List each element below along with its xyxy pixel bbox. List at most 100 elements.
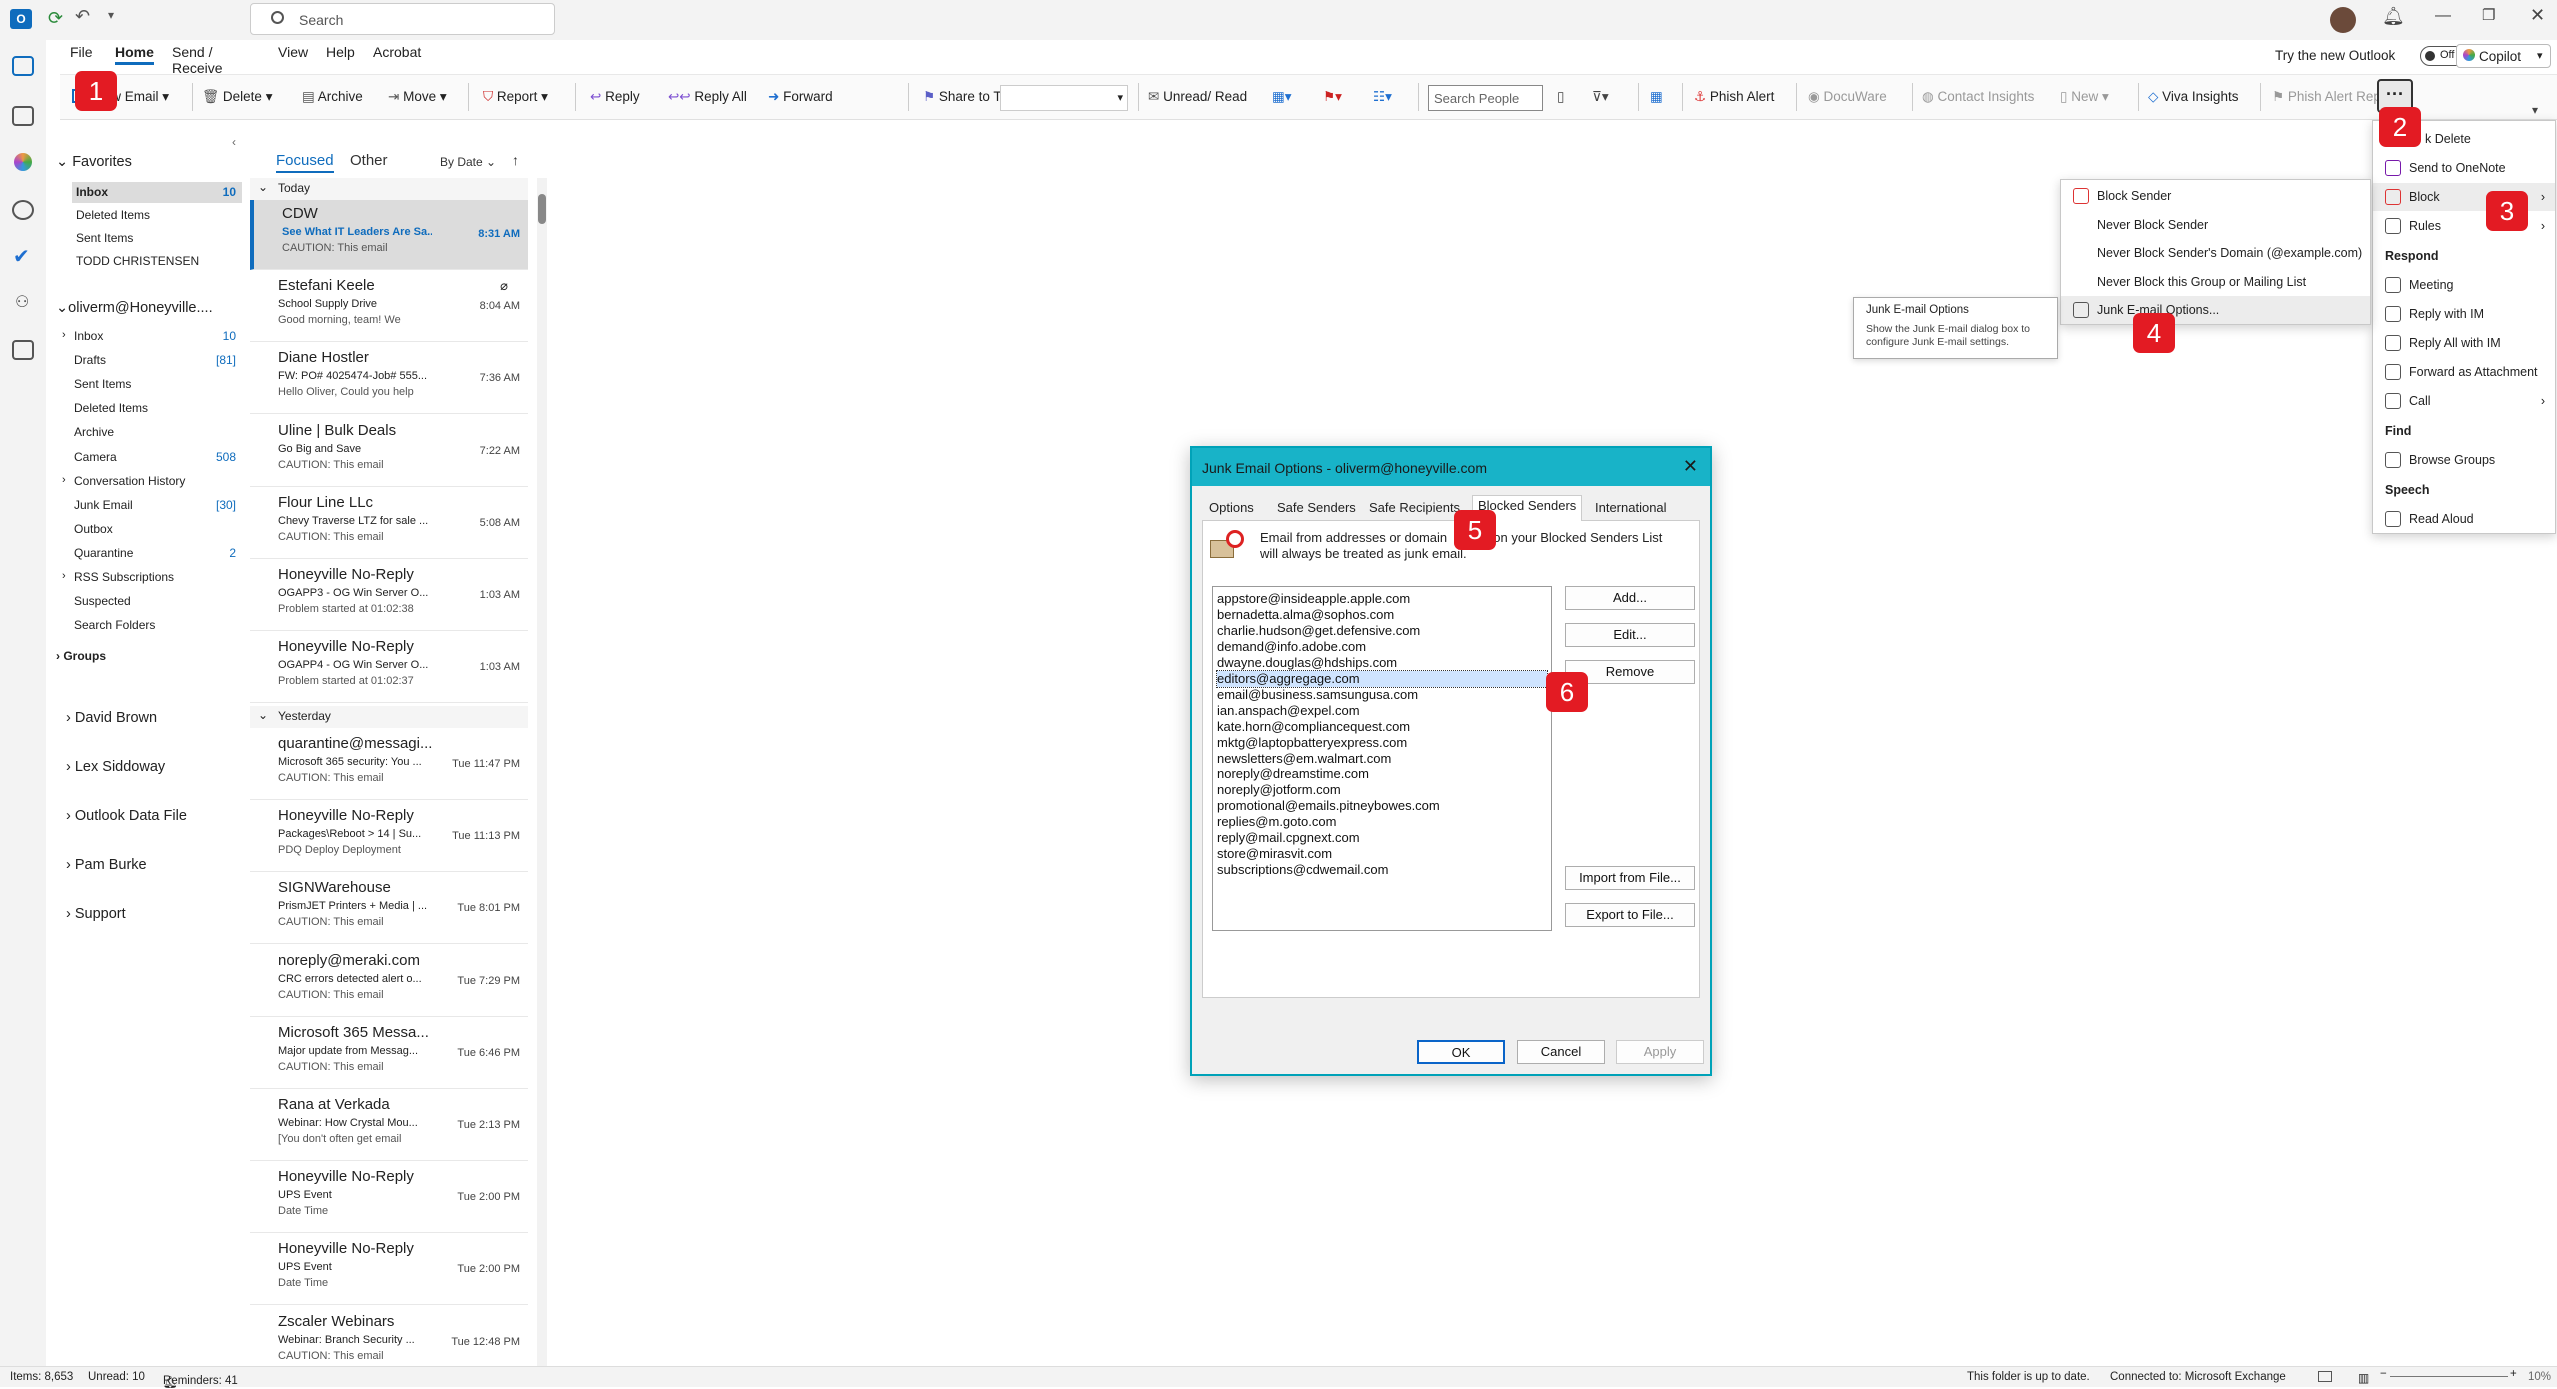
mail-list-item[interactable]: Microsoft 365 Messa... Major update from …: [250, 1019, 528, 1089]
unread-read-button[interactable]: ✉ Unread/ Read: [1148, 89, 1247, 105]
mail-list-item[interactable]: Rana at Verkada Webinar: How Crystal Mou.…: [250, 1091, 528, 1161]
groups-header[interactable]: › Groups: [56, 649, 242, 663]
menu-item[interactable]: Send to OneNote: [2373, 154, 2555, 182]
reading-view-icon[interactable]: ▥: [2358, 1371, 2369, 1385]
copilot-button[interactable]: Copilot ▾: [2456, 44, 2551, 68]
dialog-close-icon[interactable]: ✕: [1683, 456, 1698, 477]
mail-group-header[interactable]: ⌄ Yesterday: [250, 706, 528, 728]
block-menu-item[interactable]: Block Sender: [2061, 182, 2370, 210]
blocked-sender-entry[interactable]: charlie.hudson@get.defensive.com: [1217, 623, 1547, 639]
mail-list-item[interactable]: Honeyville No-Reply UPS Event Tue 2:00 PM D…: [250, 1235, 528, 1306]
import-from-file-button[interactable]: Import from File...: [1565, 866, 1695, 890]
close-icon[interactable]: ✕: [2530, 5, 2545, 26]
menu-item[interactable]: Browse Groups: [2373, 446, 2555, 474]
folder-item[interactable]: Outbox: [62, 521, 242, 541]
apply-button[interactable]: Apply: [1616, 1040, 1704, 1064]
apps-icon[interactable]: [12, 340, 34, 360]
mail-list-item[interactable]: Diane Hostler FW: PO# 4025474-Job# 555...…: [250, 344, 528, 415]
account-item[interactable]: › Outlook Data File: [66, 808, 252, 824]
menu-item[interactable]: Reply All with IM: [2373, 329, 2555, 357]
filter-icon[interactable]: ⊽▾: [1592, 89, 1609, 105]
blocked-sender-entry[interactable]: editors@aggregage.com: [1216, 669, 1548, 688]
block-menu-item[interactable]: Junk E-mail Options...: [2061, 296, 2370, 324]
tab-file[interactable]: File: [70, 44, 93, 60]
bell-icon[interactable]: 🔔︎: [2382, 6, 2405, 27]
folder-item[interactable]: Deleted Items: [62, 400, 242, 420]
calendar-icon[interactable]: [12, 106, 34, 126]
tab-options[interactable]: Options: [1204, 498, 1259, 520]
move-button[interactable]: ⇥ Move ▾: [388, 89, 447, 105]
tab-focused[interactable]: Focused: [276, 152, 334, 173]
people-icon[interactable]: [12, 200, 34, 220]
forward-button[interactable]: ➜ Forward: [768, 89, 833, 105]
folder-item[interactable]: Archive: [62, 424, 242, 444]
tab-help[interactable]: Help: [326, 44, 355, 60]
folder-item[interactable]: Quarantine 2: [62, 545, 242, 565]
mail-list-item[interactable]: Honeyville No-Reply Packages\Reboot > 14 …: [250, 802, 528, 873]
avatar[interactable]: [2330, 7, 2356, 33]
add-button[interactable]: Add...: [1565, 586, 1695, 610]
ok-button[interactable]: OK: [1417, 1040, 1505, 1064]
menu-item[interactable]: Forward as Attachment: [2373, 358, 2555, 386]
tab-acrobat[interactable]: Acrobat: [373, 44, 421, 60]
block-menu-item[interactable]: Never Block Sender: [2061, 211, 2370, 239]
copilot-icon[interactable]: [14, 153, 32, 171]
blocked-sender-entry[interactable]: demand@info.adobe.com: [1217, 639, 1547, 655]
menu-item[interactable]: Read Aloud: [2373, 505, 2555, 533]
blocked-sender-entry[interactable]: subscriptions@cdwemail.com: [1217, 862, 1547, 878]
folder-item[interactable]: Camera 508: [62, 449, 242, 469]
account-item[interactable]: › Lex Siddoway: [66, 759, 252, 775]
org-explorer-icon[interactable]: ⚇: [15, 292, 29, 312]
tab-other[interactable]: Other: [350, 152, 388, 169]
edit-button[interactable]: Edit...: [1565, 623, 1695, 647]
menu-item[interactable]: Reply with IM: [2373, 300, 2555, 328]
folder-item[interactable]: Search Folders: [62, 617, 242, 637]
blocked-sender-entry[interactable]: newsletters@em.walmart.com: [1217, 751, 1547, 767]
folder-item[interactable]: Drafts [81]: [62, 352, 242, 372]
zoom-out-icon[interactable]: −: [2380, 1368, 2387, 1380]
delete-button[interactable]: 🗑︎ Delete ▾: [202, 89, 272, 105]
maximize-icon[interactable]: ❐: [2482, 6, 2495, 24]
minimize-icon[interactable]: —: [2435, 7, 2451, 25]
flag-icon[interactable]: ⚑▾: [1323, 89, 1342, 105]
blocked-sender-entry[interactable]: mktg@laptopbatteryexpress.com: [1217, 735, 1547, 751]
zoom-in-icon[interactable]: +: [2510, 1368, 2517, 1380]
tab-safe-senders[interactable]: Safe Senders: [1272, 498, 1361, 520]
menu-item[interactable]: Call ›: [2373, 387, 2555, 415]
sync-icon[interactable]: ⟳: [48, 8, 63, 29]
blocked-sender-entry[interactable]: noreply@dreamstime.com: [1217, 766, 1547, 782]
viva-insights-button[interactable]: ◇ Viva Insights: [2148, 89, 2238, 105]
sort-direction-icon[interactable]: ↑: [512, 152, 519, 168]
mail-list-scrollbar[interactable]: [537, 178, 547, 1368]
tab-safe-recipients[interactable]: Safe Recipients: [1364, 498, 1465, 520]
folder-item[interactable]: › Conversation History: [62, 473, 242, 493]
blocked-sender-entry[interactable]: replies@m.goto.com: [1217, 814, 1547, 830]
categorize-icon[interactable]: ▦▾: [1272, 89, 1292, 105]
favorite-folder-item[interactable]: TODD CHRISTENSEN: [72, 251, 242, 272]
todo-icon[interactable]: ✔: [13, 244, 30, 269]
tab-international[interactable]: International: [1590, 498, 1672, 520]
account-item[interactable]: › Support: [66, 906, 252, 922]
blocked-sender-entry[interactable]: dwayne.douglas@hdships.com: [1217, 655, 1547, 671]
favorites-header[interactable]: ⌄ Favorites: [56, 154, 242, 170]
folder-item[interactable]: Sent Items: [62, 376, 242, 396]
block-menu-item[interactable]: Never Block this Group or Mailing List: [2061, 268, 2370, 296]
mail-list-item[interactable]: SIGNWarehouse PrismJET Printers + Media |…: [250, 874, 528, 945]
contact-insights-button[interactable]: ◍ Contact Insights: [1922, 89, 2034, 105]
blocked-senders-list[interactable]: appstore@insideapple.apple.com bernadetta…: [1212, 586, 1552, 931]
favorite-folder-item[interactable]: Sent Items: [72, 228, 242, 249]
account-item[interactable]: › David Brown: [66, 710, 252, 726]
favorite-folder-item[interactable]: Deleted Items: [72, 205, 242, 226]
block-menu-item[interactable]: Never Block Sender's Domain (@example.co…: [2061, 239, 2370, 267]
mail-icon[interactable]: [12, 56, 34, 76]
quick-steps-box[interactable]: ▾: [1000, 85, 1128, 111]
blocked-sender-entry[interactable]: promotional@emails.pitneybowes.com: [1217, 798, 1547, 814]
mail-list-item[interactable]: quarantine@messagi... Microsoft 365 secur…: [250, 730, 528, 800]
new-button[interactable]: ▯ New ▾: [2060, 89, 2109, 105]
mail-list-item[interactable]: Flour Line LLc Chevy Traverse LTZ for sal…: [250, 489, 528, 559]
ribbon-collapse-icon[interactable]: ▾: [2532, 103, 2538, 117]
scrollbar-thumb[interactable]: [538, 194, 546, 224]
folder-item[interactable]: Suspected: [62, 593, 242, 613]
reply-all-button[interactable]: ↩↩ Reply All: [668, 89, 747, 105]
collapse-pane-icon[interactable]: ‹: [232, 135, 236, 149]
